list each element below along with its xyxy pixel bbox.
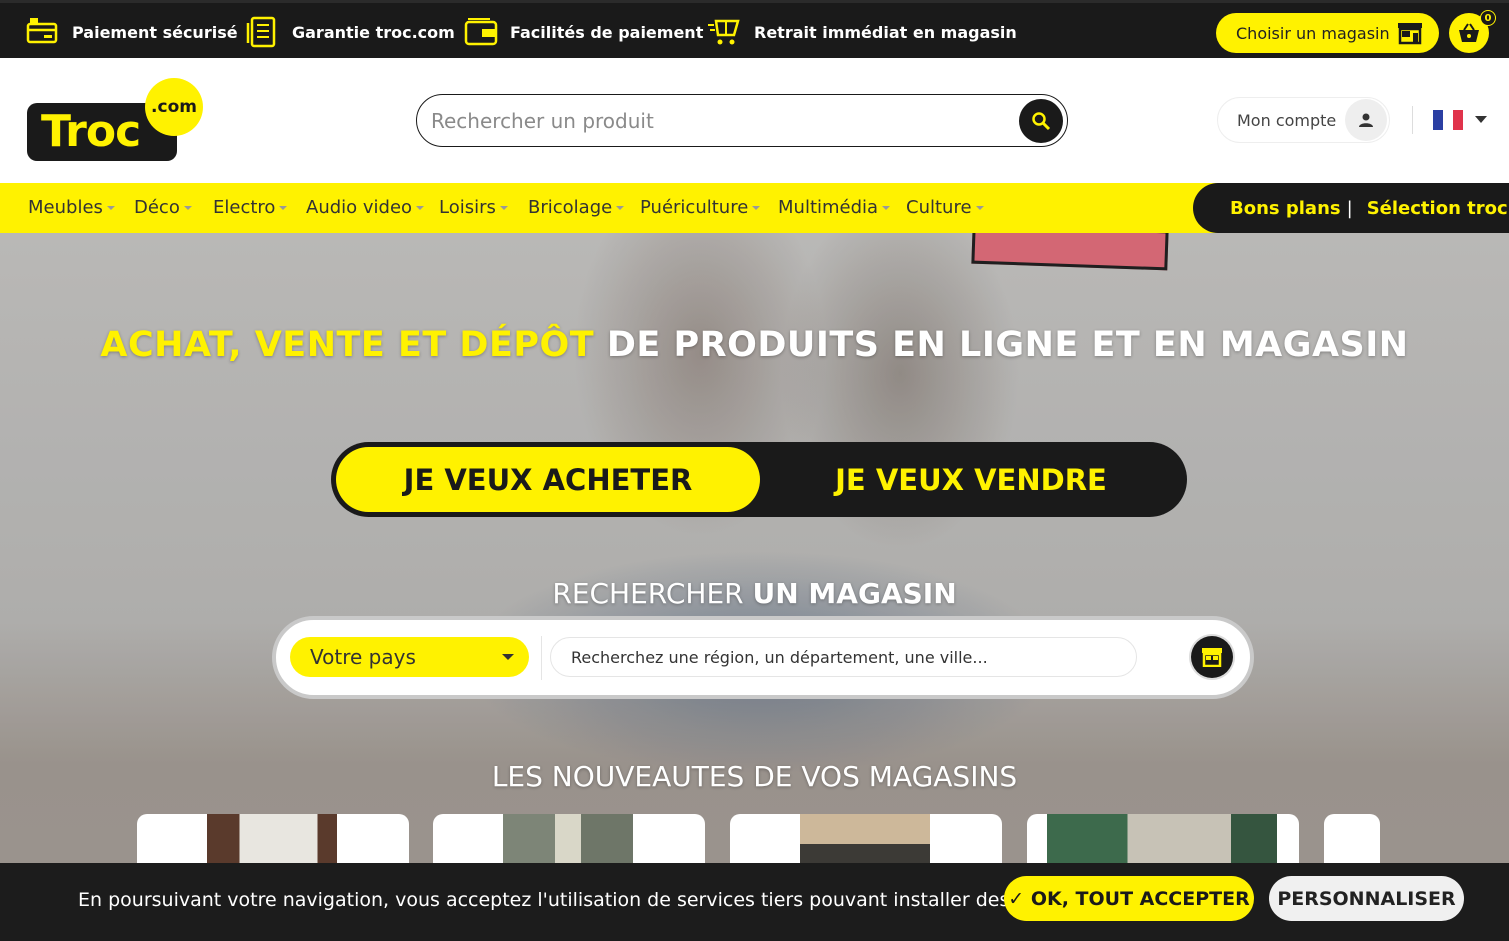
chevron-down-icon [502,654,514,660]
store-icon [1202,648,1222,667]
deals-panel: Bons plans | Sélection troc [1193,183,1509,233]
selection-troc-link[interactable]: Sélection troc [1367,198,1508,219]
nav-item-label: Déco [134,197,180,218]
buy-button[interactable]: JE VEUX ACHETER [336,447,760,512]
usp-payment-facilities: Facilités de paiement [464,15,703,49]
region-search-input[interactable]: Recherchez une région, un département, u… [550,637,1137,677]
document-icon [246,16,276,48]
nav-item-label: Audio video [306,197,413,218]
accept-cookies-button[interactable]: ✓ OK, TOUT ACCEPTER [1004,876,1254,921]
chevron-down-icon [416,205,425,210]
usp-label: Paiement sécurisé [72,22,238,42]
nav-item-bricolage[interactable]: Bricolage [528,197,625,218]
store-search-bar: Votre pays Recherchez une région, un dép… [272,616,1254,699]
new-arrivals-title: LES NOUVEAUTES DE VOS MAGASINS [491,760,1018,793]
header: Troc .com Mon compte [0,58,1509,183]
chevron-down-icon [499,205,508,210]
store-title-bold: UN MAGASIN [752,577,957,610]
cookie-banner: En poursuivant votre navigation, vous ac… [0,863,1509,941]
hero-title-highlight: ACHAT, VENTE ET DÉPÔT [100,325,595,365]
account-button[interactable]: Mon compte [1217,97,1390,143]
country-select-label: Votre pays [310,645,416,669]
nav-item-label: Meubles [28,197,103,218]
nav-item-multimedia[interactable]: Multimédia [778,197,891,218]
nav-item-audio-video[interactable]: Audio video [306,197,425,218]
country-select[interactable]: Votre pays [290,637,529,677]
nav-item-meubles[interactable]: Meubles [28,197,115,218]
hero-section: ACHAT, VENTE ET DÉPÔT DE PRODUITS EN LIG… [0,233,1509,941]
usp-warranty: Garantie troc.com [246,15,455,49]
nav-item-deco[interactable]: Déco [134,197,192,218]
store-icon [1398,23,1422,45]
search-input[interactable] [431,105,1011,137]
store-title-light: RECHERCHER [552,577,753,610]
wallet-icon [464,18,498,46]
nav-item-label: Electro [213,197,276,218]
nav-item-label: Puériculture [640,197,749,218]
usp-secure-payment: Paiement sécurisé [26,15,238,49]
chevron-down-icon [183,205,192,210]
hero-title: ACHAT, VENTE ET DÉPÔT DE PRODUITS EN LIG… [0,325,1509,365]
usp-label: Garantie troc.com [292,22,455,42]
usp-label: Retrait immédiat en magasin [754,22,1017,42]
customize-cookies-button[interactable]: PERSONNALISER [1269,876,1464,921]
nav-item-culture[interactable]: Culture [906,197,984,218]
usp-label: Facilités de paiement [510,22,704,42]
store-search-title: RECHERCHER UN MAGASIN [0,577,1509,610]
chevron-down-icon [975,205,984,210]
usp-store-pickup: Retrait immédiat en magasin [706,15,1017,49]
cookie-message: En poursuivant votre navigation, vous ac… [78,889,1087,911]
account-label: Mon compte [1237,110,1337,130]
cart-count-badge: 0 [1480,10,1496,26]
choose-store-button[interactable]: Choisir un magasin [1216,13,1439,53]
chevron-down-icon [752,205,761,210]
nav-item-label: Bricolage [528,197,613,218]
french-flag-icon [1433,110,1463,130]
logo[interactable]: Troc .com [27,78,207,166]
top-bar: Paiement sécurisé Garantie troc.com Faci… [0,0,1509,58]
nav-item-label: Multimédia [778,197,879,218]
chevron-down-icon [106,205,115,210]
user-icon [1345,99,1387,141]
nav-item-label: Loisirs [439,197,496,218]
nav-item-loisirs[interactable]: Loisirs [439,197,508,218]
chevron-down-icon [616,205,625,210]
nav-item-electro[interactable]: Electro [213,197,288,218]
nav-item-label: Culture [906,197,972,218]
deals-separator: | [1346,197,1353,219]
buy-sell-toggle: JE VEUX ACHETER JE VEUX VENDRE [331,442,1187,517]
store-search-button[interactable] [1191,636,1233,678]
language-selector[interactable] [1412,106,1492,134]
category-nav: Meubles Déco Electro Audio video Loisirs… [0,183,1509,233]
chevron-down-icon [1475,116,1487,123]
card-icon [26,18,58,44]
search-button[interactable] [1019,99,1063,143]
cart-fast-icon [708,19,740,45]
logo-suffix: .com [145,78,203,136]
chevron-down-icon [279,205,288,210]
chevron-down-icon [882,205,891,210]
divider [541,636,542,680]
sell-button[interactable]: JE VEUX VENDRE [761,447,1181,512]
bons-plans-link[interactable]: Bons plans [1230,198,1341,219]
choose-store-label: Choisir un magasin [1236,23,1390,43]
nav-item-puericulture[interactable]: Puériculture [640,197,761,218]
hero-title-rest: DE PRODUITS EN LIGNE ET EN MAGASIN [594,325,1409,365]
basket-icon [1459,23,1479,42]
search-icon [1032,112,1051,131]
product-search [416,94,1068,147]
